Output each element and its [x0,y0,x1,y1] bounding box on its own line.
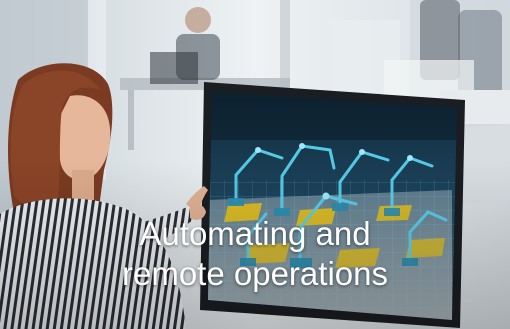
card-caption: Automating and remote operations [0,214,510,294]
promo-card[interactable]: Automating and remote operations [0,0,510,329]
caption-line-2: remote operations [122,255,388,292]
caption-line-1: Automating and [139,215,371,252]
